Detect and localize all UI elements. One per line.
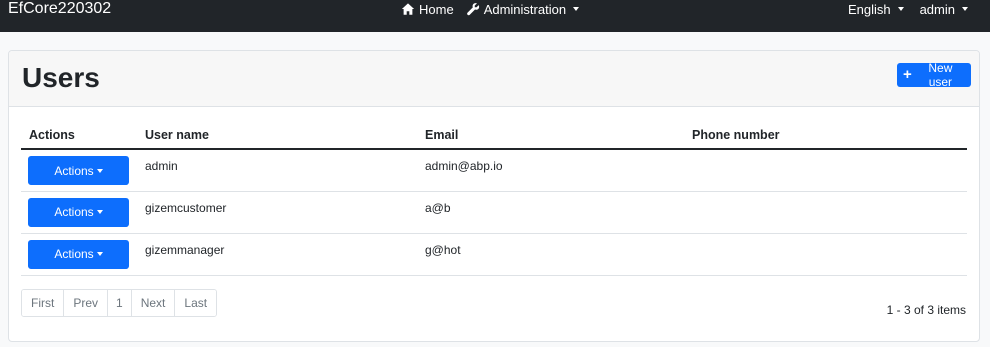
users-table: Actions User name Email Phone number Act… <box>21 121 967 276</box>
row-actions-button[interactable]: Actions <box>28 239 129 269</box>
column-header-phone[interactable]: Phone number <box>684 121 967 150</box>
user-label: admin <box>919 1 955 17</box>
language-dropdown[interactable]: English <box>848 2 904 17</box>
row-actions-button[interactable]: Actions <box>28 156 129 185</box>
wrench-icon <box>466 2 480 16</box>
email-cell: admin@abp.io <box>417 149 684 192</box>
username-cell: admin <box>137 149 417 192</box>
main-nav: Home Administration <box>401 0 580 18</box>
table-header-row: Actions User name Email Phone number <box>21 121 967 150</box>
page-number-current[interactable]: 1 <box>108 290 132 316</box>
row-actions-button[interactable]: Actions <box>28 197 129 227</box>
pagination: First Prev 1 Next Last <box>21 289 218 317</box>
actions-cell: Actions <box>21 191 137 234</box>
nav-right: English admin <box>848 0 968 18</box>
email-cell: a@b <box>417 191 684 234</box>
actions-label: Actions <box>54 205 94 219</box>
page-last-button[interactable]: Last <box>175 290 217 316</box>
table-row: Actions gizemmanager g@hot <box>21 233 967 276</box>
actions-label: Actions <box>54 163 94 178</box>
nav-administration[interactable]: Administration <box>466 1 580 17</box>
table-row: Actions gizemcustomer a@b <box>21 191 967 234</box>
phone-cell <box>684 191 967 234</box>
username-cell: gizemcustomer <box>137 191 417 234</box>
page-next-button[interactable]: Next <box>131 290 176 316</box>
chevron-down-icon <box>897 7 904 11</box>
table-row: Actions admin admin@abp.io <box>21 149 967 192</box>
actions-label: Actions <box>54 247 94 261</box>
card-header: Users + New user <box>9 51 979 107</box>
plus-icon: + <box>903 66 912 83</box>
column-header-username[interactable]: User name <box>137 121 417 150</box>
chevron-down-icon <box>962 7 968 11</box>
page-prev-button[interactable]: Prev <box>64 290 109 316</box>
username-cell: gizemmanager <box>137 233 417 276</box>
items-count: 1 - 3 of 3 items <box>886 303 966 317</box>
users-table-wrapper: Actions User name Email Phone number Act… <box>21 121 967 276</box>
nav-administration-label: Administration <box>483 1 567 17</box>
nav-home[interactable]: Home <box>401 2 454 17</box>
user-dropdown[interactable]: admin <box>920 2 968 17</box>
phone-cell <box>684 233 967 276</box>
email-cell: g@hot <box>417 233 684 276</box>
chevron-down-icon <box>96 168 103 173</box>
new-user-label: New user <box>928 61 953 89</box>
column-header-actions[interactable]: Actions <box>21 121 137 150</box>
actions-cell: Actions <box>21 149 137 192</box>
home-icon <box>401 2 415 16</box>
column-header-email[interactable]: Email <box>417 121 684 150</box>
chevron-down-icon <box>96 252 103 256</box>
phone-cell <box>684 149 967 192</box>
page-title: Users <box>22 62 100 93</box>
top-navbar: EfCore220302 Home Administration English… <box>0 0 990 32</box>
chevron-down-icon <box>96 210 103 214</box>
users-card: Users + New user Actions User name Email… <box>8 50 980 342</box>
language-label: English <box>847 1 891 17</box>
nav-home-label: Home <box>419 1 454 17</box>
chevron-down-icon <box>573 7 580 11</box>
brand-link[interactable]: EfCore220302 <box>8 0 111 18</box>
new-user-button[interactable]: + New user <box>897 61 971 89</box>
page-first-button[interactable]: First <box>22 290 65 316</box>
actions-cell: Actions <box>21 233 137 276</box>
